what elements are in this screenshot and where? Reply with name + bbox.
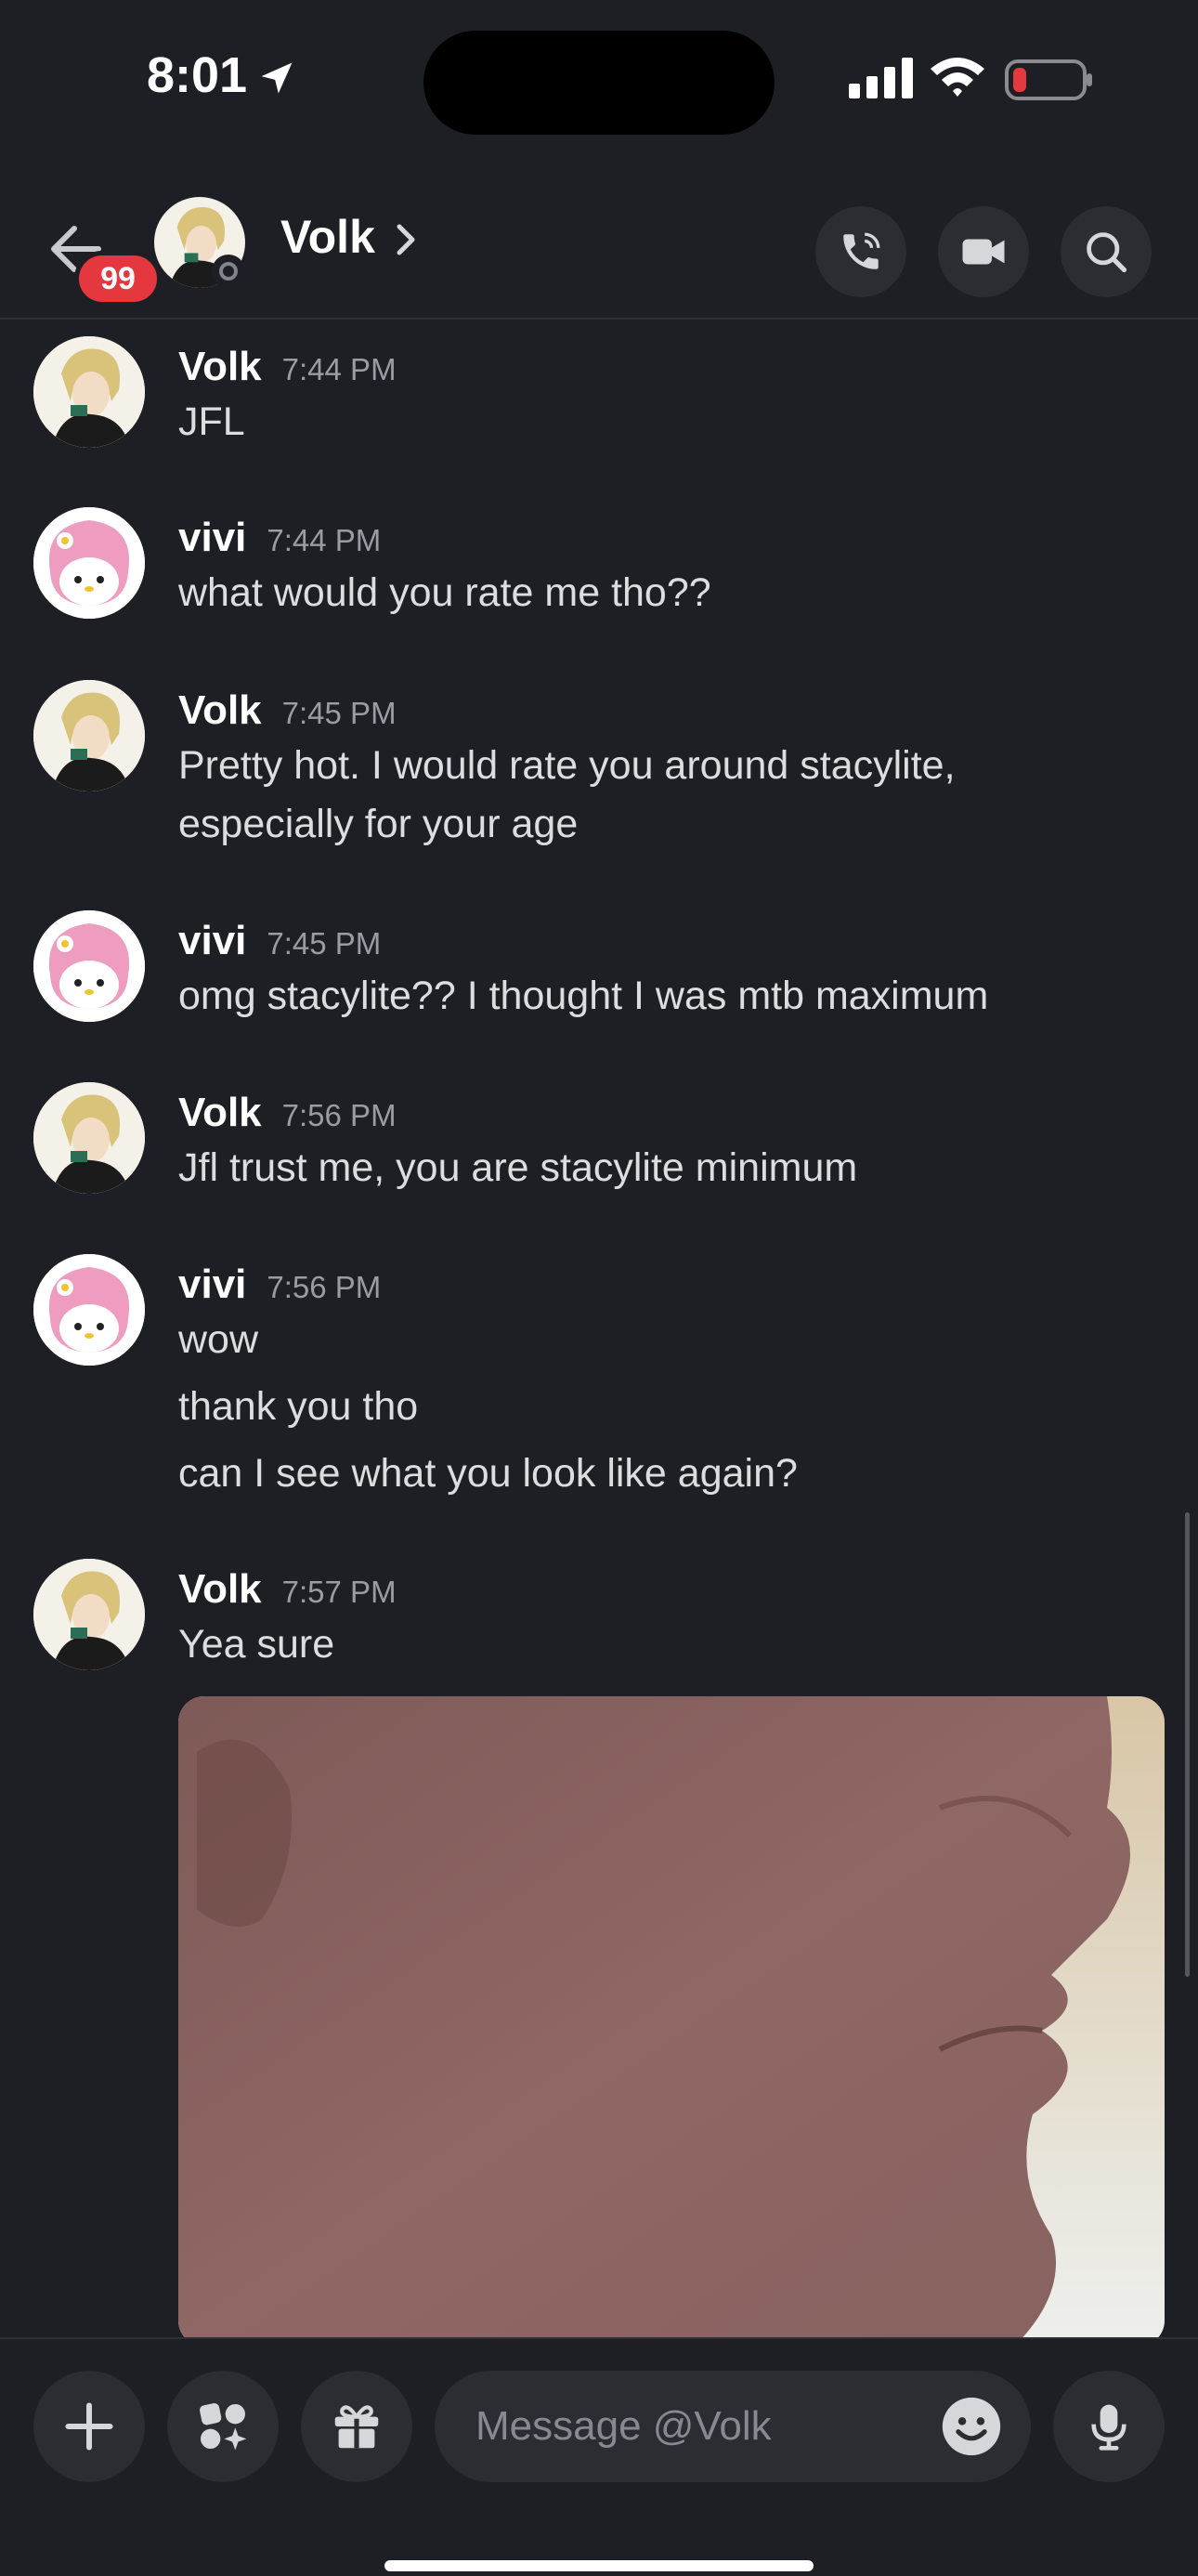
battery-low-icon bbox=[1005, 59, 1092, 100]
message-text: JFL bbox=[178, 399, 245, 444]
vivi-avatar-art bbox=[33, 1254, 145, 1366]
phone-call-icon bbox=[843, 232, 880, 269]
video-camera-icon bbox=[962, 239, 1005, 265]
message-timestamp: 7:57 PM bbox=[281, 1575, 397, 1609]
avatar[interactable] bbox=[33, 910, 145, 1022]
message-text: especially for your age bbox=[178, 802, 579, 846]
message-text: omg stacylite?? I thought I was mtb maxi… bbox=[178, 974, 989, 1018]
vivi-avatar-art bbox=[33, 910, 145, 1022]
add-attachment-button[interactable] bbox=[33, 2371, 145, 2482]
voice-call-button[interactable] bbox=[815, 206, 906, 297]
message-text: can I see what you look like again? bbox=[178, 1451, 798, 1496]
contact-name[interactable]: Volk bbox=[280, 210, 375, 264]
message-composer bbox=[0, 2337, 1198, 2576]
message-timestamp: 7:45 PM bbox=[281, 696, 397, 730]
message-author[interactable]: vivi 7:44 PM bbox=[178, 515, 381, 561]
scrollbar[interactable] bbox=[1185, 1512, 1190, 1977]
volk-avatar-art bbox=[33, 1082, 145, 1194]
plus-icon bbox=[65, 2402, 113, 2451]
search-button[interactable] bbox=[1061, 206, 1152, 297]
message-text: thank you tho bbox=[178, 1384, 419, 1429]
volk-avatar-art bbox=[33, 336, 145, 448]
message-timestamp: 7:56 PM bbox=[267, 1270, 382, 1304]
unread-badge: 99 bbox=[74, 251, 162, 307]
status-bar: 8:01 bbox=[0, 0, 1198, 158]
search-icon bbox=[1087, 232, 1127, 273]
vivi-avatar-art bbox=[33, 507, 145, 619]
message-text: Pretty hot. I would rate you around stac… bbox=[178, 743, 956, 788]
message-author[interactable]: vivi 7:56 PM bbox=[178, 1262, 381, 1308]
emoji-icon[interactable] bbox=[940, 2395, 1003, 2458]
home-indicator[interactable] bbox=[384, 2560, 814, 2571]
face-photo-image bbox=[178, 1696, 1165, 2337]
status-time: 8:01 bbox=[147, 47, 248, 103]
wifi-icon bbox=[931, 58, 984, 97]
message-author[interactable]: Volk 7:57 PM bbox=[178, 1566, 397, 1613]
apps-icon bbox=[200, 2403, 247, 2451]
message-author[interactable]: Volk 7:45 PM bbox=[178, 687, 397, 734]
microphone-icon bbox=[1091, 2404, 1126, 2451]
signal-bars-icon bbox=[849, 58, 913, 98]
message-author[interactable]: vivi 7:45 PM bbox=[178, 918, 381, 964]
avatar[interactable] bbox=[33, 336, 145, 448]
message-timestamp: 7:45 PM bbox=[267, 926, 382, 961]
message-text: Jfl trust me, you are stacylite minimum bbox=[178, 1145, 858, 1190]
message-list[interactable]: Volk 7:44 PM JFL vivi 7:44 PM what would y… bbox=[0, 320, 1198, 2337]
avatar[interactable] bbox=[33, 1082, 145, 1194]
message-author[interactable]: Volk 7:56 PM bbox=[178, 1090, 397, 1136]
image-attachment[interactable] bbox=[178, 1696, 1165, 2337]
video-call-button[interactable] bbox=[938, 206, 1029, 297]
volk-avatar-art bbox=[33, 1559, 145, 1670]
message-timestamp: 7:44 PM bbox=[281, 352, 397, 386]
gift-button[interactable] bbox=[301, 2371, 412, 2482]
dynamic-island bbox=[423, 31, 775, 135]
message-text: Yea sure bbox=[178, 1622, 335, 1667]
message-timestamp: 7:44 PM bbox=[267, 523, 382, 557]
chevron-right-icon[interactable] bbox=[390, 219, 422, 260]
message-text: what would you rate me tho?? bbox=[178, 570, 711, 615]
avatar[interactable] bbox=[33, 507, 145, 619]
voice-message-button[interactable] bbox=[1053, 2371, 1165, 2482]
apps-button[interactable] bbox=[167, 2371, 279, 2482]
message-author[interactable]: Volk 7:44 PM bbox=[178, 344, 397, 390]
volk-avatar-art bbox=[33, 680, 145, 791]
avatar[interactable] bbox=[33, 1559, 145, 1670]
dm-header: 99 Volk bbox=[0, 158, 1198, 320]
gift-icon bbox=[334, 2405, 379, 2449]
offline-status-icon bbox=[212, 255, 245, 288]
location-arrow-icon bbox=[261, 62, 293, 94]
avatar[interactable] bbox=[33, 680, 145, 791]
avatar[interactable] bbox=[33, 1254, 145, 1366]
message-timestamp: 7:56 PM bbox=[281, 1098, 397, 1132]
message-text: wow bbox=[178, 1317, 259, 1362]
